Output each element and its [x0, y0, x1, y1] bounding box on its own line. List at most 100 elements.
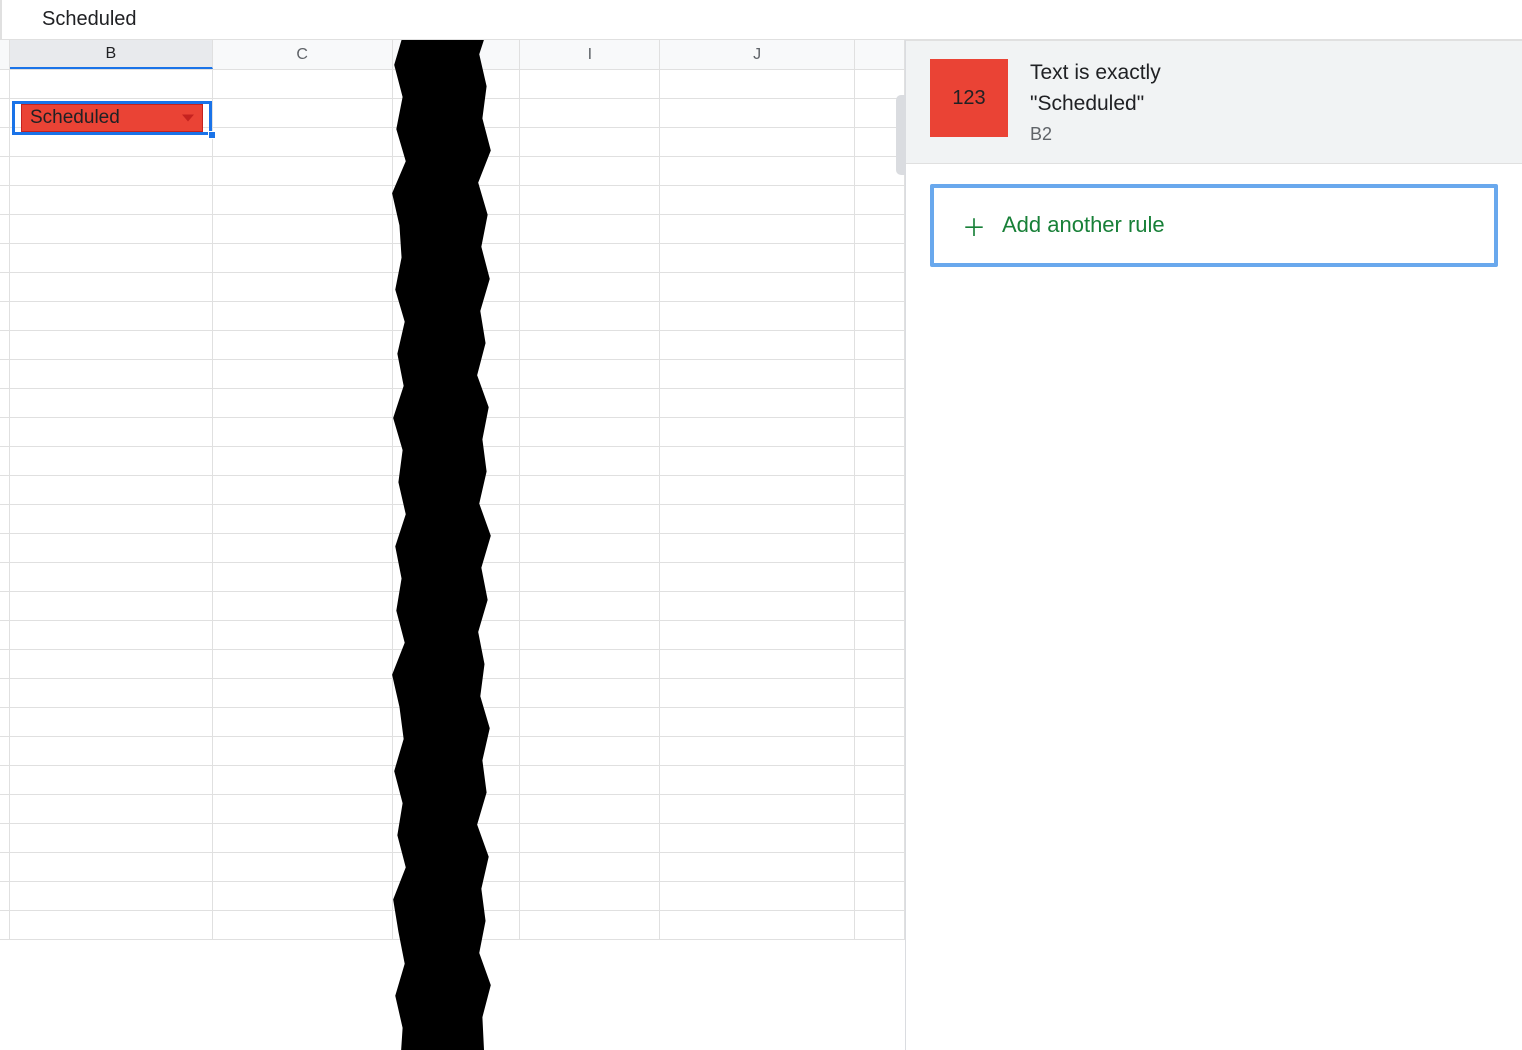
cell[interactable] — [855, 592, 905, 620]
cell[interactable] — [855, 273, 905, 301]
cell[interactable] — [213, 650, 393, 678]
cell[interactable] — [520, 360, 660, 388]
cell[interactable] — [855, 215, 905, 243]
cell[interactable] — [660, 70, 855, 98]
cell[interactable] — [855, 186, 905, 214]
cell[interactable] — [213, 563, 393, 591]
cell[interactable] — [213, 882, 393, 910]
cell[interactable] — [10, 360, 213, 388]
cell[interactable] — [213, 70, 393, 98]
cell[interactable] — [10, 911, 213, 939]
selected-cell-b2[interactable]: Scheduled — [12, 101, 212, 135]
cell[interactable] — [520, 128, 660, 156]
cell[interactable] — [10, 476, 213, 504]
cell[interactable] — [213, 99, 393, 127]
cell[interactable] — [660, 650, 855, 678]
cell[interactable] — [855, 360, 905, 388]
cell[interactable] — [660, 99, 855, 127]
cell[interactable] — [10, 447, 213, 475]
cell[interactable] — [10, 389, 213, 417]
cell[interactable] — [520, 708, 660, 736]
cell[interactable] — [10, 302, 213, 330]
cell[interactable] — [520, 592, 660, 620]
cell[interactable] — [520, 331, 660, 359]
cell[interactable] — [10, 244, 213, 272]
cell[interactable] — [660, 128, 855, 156]
cell[interactable] — [10, 708, 213, 736]
cell[interactable] — [855, 389, 905, 417]
cell[interactable] — [520, 215, 660, 243]
cell[interactable] — [10, 737, 213, 765]
cell[interactable] — [520, 737, 660, 765]
cell[interactable] — [855, 911, 905, 939]
cell[interactable] — [10, 679, 213, 707]
cell[interactable] — [10, 70, 213, 98]
cell[interactable] — [520, 795, 660, 823]
cell[interactable] — [660, 447, 855, 475]
cell[interactable] — [520, 418, 660, 446]
cell[interactable] — [520, 853, 660, 881]
column-header[interactable]: B — [10, 40, 213, 69]
cell[interactable] — [855, 244, 905, 272]
cell[interactable] — [520, 563, 660, 591]
cell[interactable] — [10, 186, 213, 214]
column-header[interactable] — [855, 40, 905, 69]
cell[interactable] — [660, 621, 855, 649]
cell[interactable] — [660, 911, 855, 939]
cell[interactable] — [520, 824, 660, 852]
cell[interactable] — [213, 360, 393, 388]
cell[interactable] — [10, 273, 213, 301]
data-validation-chip[interactable]: Scheduled — [21, 104, 203, 132]
cell[interactable] — [213, 244, 393, 272]
column-header[interactable]: C — [213, 40, 393, 69]
cell[interactable] — [10, 650, 213, 678]
cell[interactable] — [660, 360, 855, 388]
cell[interactable] — [213, 592, 393, 620]
cell[interactable] — [855, 708, 905, 736]
scrollbar-thumb[interactable] — [896, 95, 906, 175]
cell[interactable] — [855, 302, 905, 330]
cell[interactable] — [855, 679, 905, 707]
cell[interactable] — [213, 853, 393, 881]
cell[interactable] — [213, 215, 393, 243]
cell[interactable] — [660, 679, 855, 707]
cell[interactable] — [660, 418, 855, 446]
cell[interactable] — [213, 534, 393, 562]
cell[interactable] — [10, 592, 213, 620]
format-rule-item[interactable]: 123 Text is exactly "Scheduled" B2 — [906, 40, 1522, 164]
cell[interactable] — [660, 737, 855, 765]
cell[interactable] — [855, 418, 905, 446]
cell[interactable] — [520, 99, 660, 127]
cell[interactable] — [213, 302, 393, 330]
cell[interactable] — [213, 389, 393, 417]
cell[interactable] — [213, 708, 393, 736]
cell[interactable] — [213, 911, 393, 939]
cell[interactable] — [520, 389, 660, 417]
cell[interactable] — [855, 795, 905, 823]
cell[interactable] — [213, 505, 393, 533]
cell[interactable] — [10, 824, 213, 852]
cell[interactable] — [520, 621, 660, 649]
cell[interactable] — [520, 650, 660, 678]
cell[interactable] — [10, 853, 213, 881]
chevron-down-icon[interactable] — [182, 115, 194, 122]
cell[interactable] — [213, 824, 393, 852]
selection-fill-handle[interactable] — [208, 131, 216, 139]
formula-bar[interactable]: Scheduled — [0, 0, 1522, 40]
cell[interactable] — [213, 621, 393, 649]
cell[interactable] — [855, 853, 905, 881]
cell[interactable] — [660, 795, 855, 823]
cell[interactable] — [213, 128, 393, 156]
cell[interactable] — [213, 766, 393, 794]
cell[interactable] — [855, 505, 905, 533]
cell[interactable] — [213, 476, 393, 504]
cell[interactable] — [520, 882, 660, 910]
cell[interactable] — [660, 708, 855, 736]
cell[interactable] — [520, 186, 660, 214]
column-header[interactable]: I — [520, 40, 660, 69]
cell[interactable] — [660, 244, 855, 272]
cell[interactable] — [855, 737, 905, 765]
cell[interactable] — [10, 215, 213, 243]
cell[interactable] — [213, 186, 393, 214]
cell[interactable] — [520, 302, 660, 330]
